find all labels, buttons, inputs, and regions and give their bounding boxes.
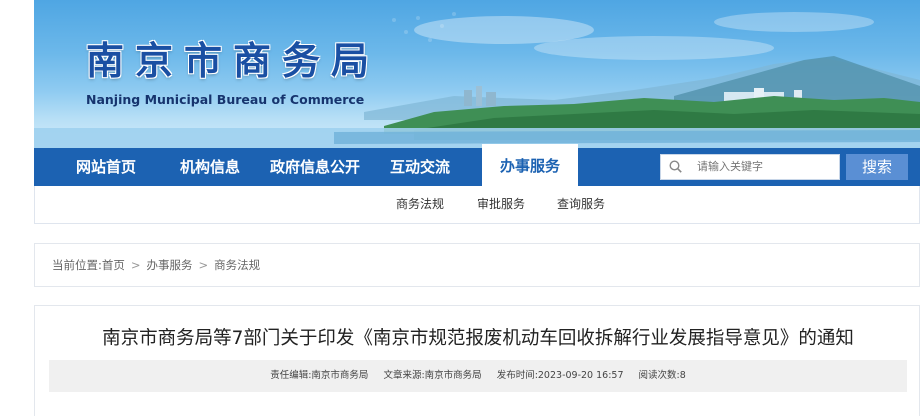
article-meta: 责任编辑:南京市商务局 文章来源:南京市商务局 发布时间:2023-09-20 …: [49, 360, 907, 392]
breadcrumb-trail: 当前位置:首页 > 办事服务 > 商务法规: [52, 244, 260, 286]
article-source: 文章来源:南京市商务局: [383, 370, 482, 381]
site-logo-english: Nanjing Municipal Bureau of Commerce: [86, 92, 365, 107]
article-published-time: 发布时间:2023-09-20 16:57: [496, 370, 624, 381]
sub-nav-item-approval[interactable]: 审批服务: [477, 186, 525, 222]
breadcrumb-separator: >: [130, 258, 141, 272]
nav-item-org-info[interactable]: 机构信息: [180, 148, 240, 186]
search-input[interactable]: [697, 155, 837, 179]
breadcrumb-link-home[interactable]: 首页: [102, 258, 125, 272]
search-box: [660, 154, 840, 180]
article-editor: 责任编辑:南京市商务局: [270, 370, 369, 381]
nav-item-home[interactable]: 网站首页: [76, 148, 136, 186]
search-icon: [669, 160, 682, 173]
page: 南京市商务局 Nanjing Municipal Bureau of Comme…: [0, 0, 924, 416]
article-panel: 南京市商务局等7部门关于印发《南京市规范报废机动车回收拆解行业发展指导意见》的通…: [34, 305, 920, 416]
nav-item-gov-info[interactable]: 政府信息公开: [270, 148, 360, 186]
sub-nav-item-query[interactable]: 查询服务: [557, 186, 605, 222]
sub-nav-item-regulations[interactable]: 商务法规: [396, 186, 444, 222]
article-read-count: 阅读次数:8: [638, 370, 686, 381]
nav-item-services[interactable]: 办事服务: [482, 144, 578, 186]
breadcrumb-link-services[interactable]: 办事服务: [147, 258, 193, 272]
sub-nav: 商务法规 审批服务 查询服务: [34, 186, 920, 224]
header-banner: 南京市商务局 Nanjing Municipal Bureau of Comme…: [34, 0, 920, 152]
main-nav: 网站首页 机构信息 政府信息公开 互动交流 办事服务 搜索: [34, 144, 920, 186]
breadcrumb: 当前位置:首页 > 办事服务 > 商务法规: [34, 243, 920, 287]
nav-item-interaction[interactable]: 互动交流: [390, 148, 450, 186]
breadcrumb-prefix: 当前位置:: [52, 258, 102, 272]
breadcrumb-link-regulations[interactable]: 商务法规: [214, 258, 260, 272]
breadcrumb-separator: >: [198, 258, 209, 272]
article-title: 南京市商务局等7部门关于印发《南京市规范报废机动车回收拆解行业发展指导意见》的通…: [102, 328, 854, 349]
search-button[interactable]: 搜索: [846, 154, 908, 180]
site-logo-chinese: 南京市商务局: [86, 38, 381, 83]
